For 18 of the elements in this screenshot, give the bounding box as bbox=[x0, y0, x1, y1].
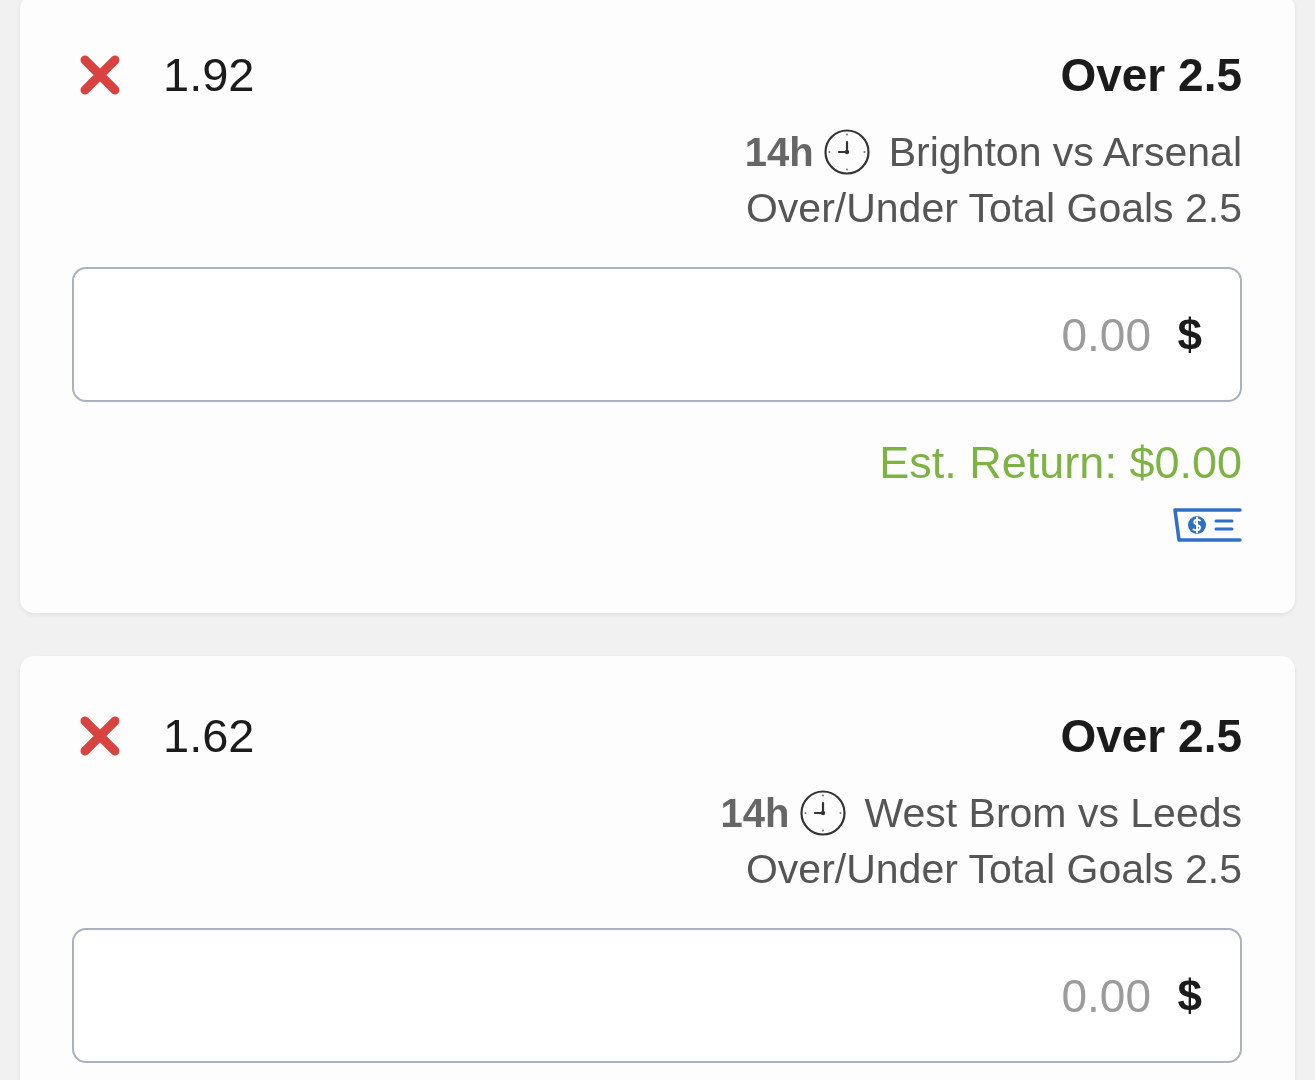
selection-title: Over 2.5 bbox=[1060, 50, 1242, 100]
start-time: 14h bbox=[744, 129, 814, 176]
cash-icon bbox=[1172, 507, 1242, 543]
start-time: 14h bbox=[720, 790, 790, 837]
match-name: West Brom vs Leeds bbox=[864, 789, 1242, 838]
odds-value: 1.62 bbox=[163, 711, 255, 761]
currency-symbol: $ bbox=[1177, 970, 1202, 1021]
estimated-return: Est. Return: $0.00 bbox=[879, 438, 1242, 488]
close-icon[interactable] bbox=[78, 54, 122, 96]
market-name: Over/Under Total Goals 2.5 bbox=[745, 184, 1242, 233]
clock-icon bbox=[823, 129, 870, 175]
market-name: Over/Under Total Goals 2.5 bbox=[745, 845, 1242, 894]
clock-icon bbox=[799, 790, 846, 836]
currency-symbol: $ bbox=[1177, 309, 1202, 360]
close-icon[interactable] bbox=[78, 715, 122, 757]
selection-title: Over 2.5 bbox=[1060, 711, 1242, 761]
match-name: Brighton vs Arsenal bbox=[888, 128, 1242, 177]
odds-value: 1.92 bbox=[163, 50, 255, 100]
